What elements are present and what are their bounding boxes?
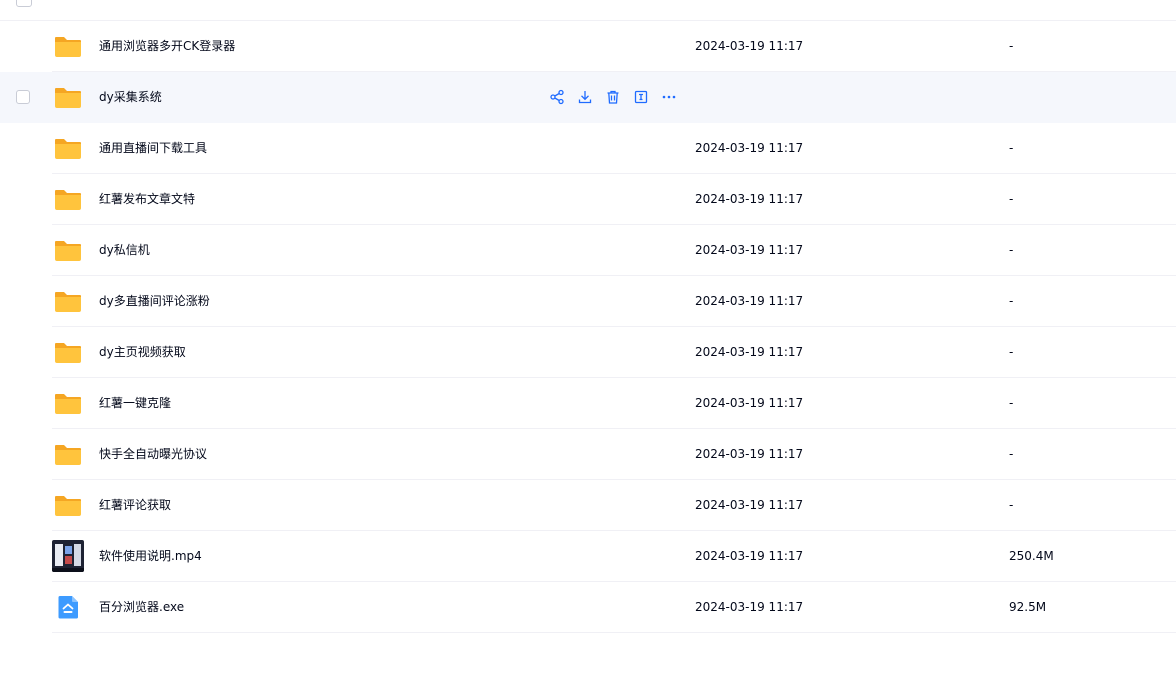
- folder-icon: [52, 234, 84, 266]
- file-modified-date: 2024-03-19 11:17: [695, 192, 804, 206]
- file-row-hovered[interactable]: dy采集系统: [0, 72, 1176, 123]
- folder-icon: [52, 81, 84, 113]
- row-divider: [52, 632, 1176, 633]
- download-icon[interactable]: [577, 89, 593, 105]
- file-size: 250.4M: [1009, 549, 1054, 563]
- rename-icon[interactable]: [633, 89, 649, 105]
- file-name[interactable]: 红薯发布文章文特: [99, 191, 195, 207]
- folder-icon: [52, 438, 84, 470]
- file-list-page: 通用浏览器多开CK登录器 2024-03-19 11:17 - dy采集系统 通…: [0, 0, 1176, 681]
- file-row[interactable]: dy私信机 2024-03-19 11:17 -: [0, 225, 1176, 276]
- file-modified-date: 2024-03-19 11:17: [695, 396, 804, 410]
- file-modified-date: 2024-03-19 11:17: [695, 141, 804, 155]
- file-row[interactable]: 百分浏览器.exe 2024-03-19 11:17 92.5M: [0, 582, 1176, 633]
- row-checkbox[interactable]: [16, 90, 30, 104]
- file-size: -: [1009, 192, 1014, 206]
- file-modified-date: 2024-03-19 11:17: [695, 447, 804, 461]
- file-modified-date: 2024-03-19 11:17: [695, 39, 804, 53]
- folder-icon: [52, 183, 84, 215]
- file-row[interactable]: dy主页视频获取 2024-03-19 11:17 -: [0, 327, 1176, 378]
- more-icon[interactable]: [661, 89, 677, 105]
- file-modified-date: 2024-03-19 11:17: [695, 243, 804, 257]
- file-name[interactable]: 通用直播间下载工具: [99, 140, 207, 156]
- folder-icon: [52, 489, 84, 521]
- file-size: -: [1009, 294, 1014, 308]
- file-size: -: [1009, 39, 1014, 53]
- file-row[interactable]: 红薯评论获取 2024-03-19 11:17 -: [0, 480, 1176, 531]
- file-name[interactable]: 红薯评论获取: [99, 497, 171, 513]
- exe-file-icon: [52, 591, 84, 623]
- file-size: -: [1009, 498, 1014, 512]
- file-row[interactable]: 通用直播间下载工具 2024-03-19 11:17 -: [0, 123, 1176, 174]
- file-row[interactable]: 通用浏览器多开CK登录器 2024-03-19 11:17 -: [0, 21, 1176, 72]
- file-name[interactable]: 快手全自动曝光协议: [99, 446, 207, 462]
- file-name[interactable]: dy多直播间评论涨粉: [99, 293, 210, 309]
- file-name[interactable]: 软件使用说明.mp4: [99, 548, 202, 564]
- file-size: 92.5M: [1009, 600, 1047, 614]
- file-modified-date: 2024-03-19 11:17: [695, 345, 804, 359]
- folder-icon: [52, 387, 84, 419]
- file-name[interactable]: 通用浏览器多开CK登录器: [99, 38, 235, 54]
- file-modified-date: 2024-03-19 11:17: [695, 498, 804, 512]
- file-name[interactable]: 红薯一键克隆: [99, 395, 171, 411]
- file-size: -: [1009, 345, 1014, 359]
- file-size: -: [1009, 243, 1014, 257]
- file-name[interactable]: dy私信机: [99, 242, 150, 258]
- file-row[interactable]: 红薯一键克隆 2024-03-19 11:17 -: [0, 378, 1176, 429]
- file-name[interactable]: dy采集系统: [99, 89, 162, 105]
- video-thumbnail: [52, 540, 84, 572]
- file-name[interactable]: 百分浏览器.exe: [99, 599, 184, 615]
- file-size: -: [1009, 396, 1014, 410]
- file-size: -: [1009, 141, 1014, 155]
- file-row[interactable]: 快手全自动曝光协议 2024-03-19 11:17 -: [0, 429, 1176, 480]
- list-header: [0, 0, 1176, 21]
- file-modified-date: 2024-03-19 11:17: [695, 294, 804, 308]
- folder-icon: [52, 30, 84, 62]
- file-list: 通用浏览器多开CK登录器 2024-03-19 11:17 - dy采集系统 通…: [0, 21, 1176, 633]
- file-modified-date: 2024-03-19 11:17: [695, 549, 804, 563]
- file-modified-date: 2024-03-19 11:17: [695, 600, 804, 614]
- folder-icon: [52, 285, 84, 317]
- folder-icon: [52, 132, 84, 164]
- delete-icon[interactable]: [605, 89, 621, 105]
- file-name[interactable]: dy主页视频获取: [99, 344, 186, 360]
- file-row[interactable]: 软件使用说明.mp4 2024-03-19 11:17 250.4M: [0, 531, 1176, 582]
- file-row[interactable]: 红薯发布文章文特 2024-03-19 11:17 -: [0, 174, 1176, 225]
- file-row[interactable]: dy多直播间评论涨粉 2024-03-19 11:17 -: [0, 276, 1176, 327]
- select-all-checkbox[interactable]: [16, 0, 32, 7]
- file-size: -: [1009, 447, 1014, 461]
- folder-icon: [52, 336, 84, 368]
- share-icon[interactable]: [549, 89, 565, 105]
